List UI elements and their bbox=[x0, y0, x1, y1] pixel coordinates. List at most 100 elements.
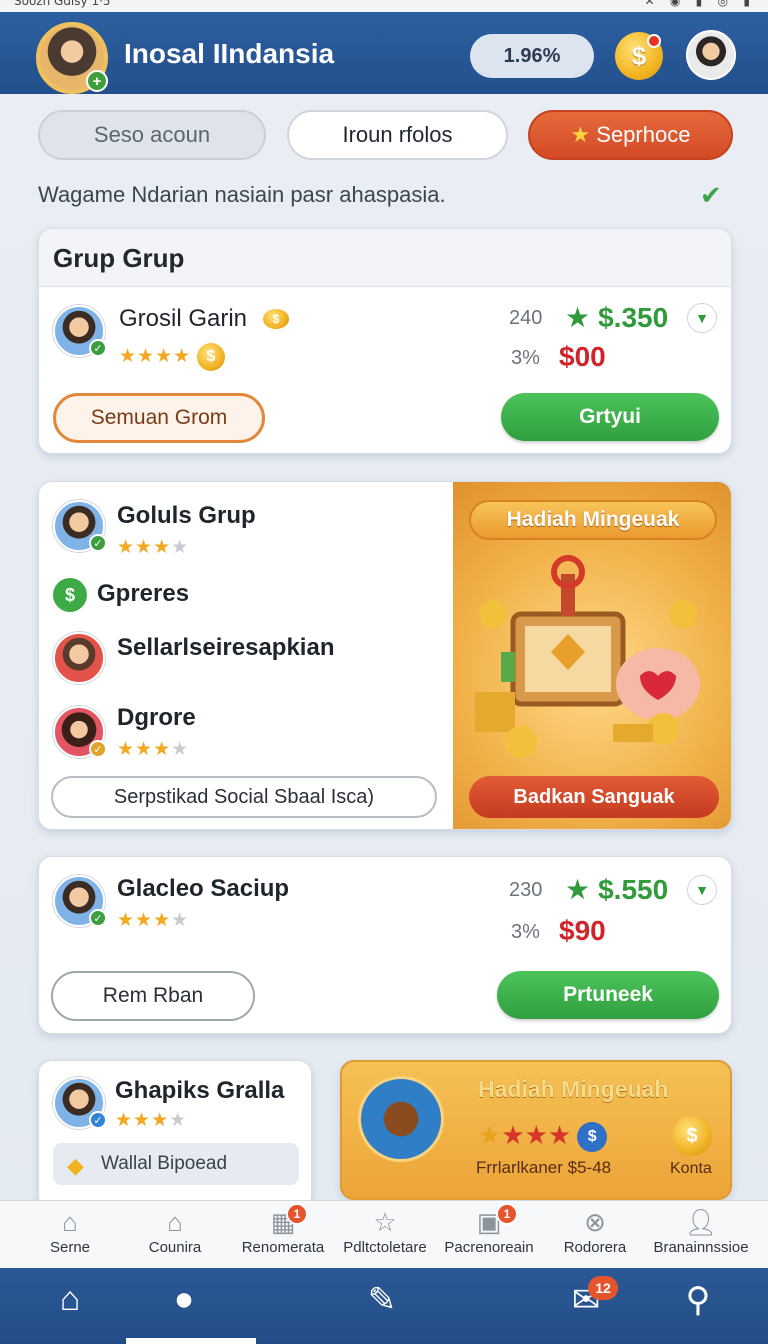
rating-stars: ★★★★ $ bbox=[478, 1120, 608, 1153]
price-green: ★ $.550 bbox=[565, 873, 668, 906]
verified-icon: ✓ bbox=[89, 909, 107, 927]
home-icon[interactable]: ⌂ bbox=[40, 1280, 100, 1330]
house-icon: ⌂ bbox=[167, 1207, 183, 1237]
avatar[interactable]: ✓ bbox=[53, 305, 107, 357]
reward-card[interactable]: Hadiah Mingeuah ★★★★ $ Frrlarlkaner $5-48… bbox=[340, 1060, 732, 1200]
dollar-icon: $ bbox=[577, 1122, 608, 1153]
nav-label: Rodorera bbox=[563, 1239, 627, 1256]
star-icon: ★ bbox=[565, 302, 591, 333]
avatar[interactable]: ✓ bbox=[53, 500, 107, 552]
member-name: Sellarlseiresapkian bbox=[117, 634, 335, 661]
rating-stars: ★★★★ $ bbox=[119, 343, 226, 371]
group-name: Glacleo Saciup bbox=[117, 875, 290, 902]
tab-seso-acoun[interactable]: Seso acoun bbox=[38, 110, 266, 160]
member-name: Dgrore bbox=[117, 704, 196, 731]
percent-value: 3% bbox=[511, 347, 540, 369]
verified-icon: ✓ bbox=[89, 339, 107, 357]
price-value: $.350 bbox=[598, 302, 669, 333]
edit-icon[interactable]: ✎ bbox=[352, 1280, 412, 1330]
gift-illustration bbox=[475, 555, 700, 758]
tab-bar: ⌂ ● ✎ ✉ 12 ⚲ bbox=[0, 1268, 768, 1344]
app-header: + Inosal IIndansia 1.96% $ bbox=[0, 12, 768, 94]
social-input[interactable]: Serpstikad Social Sbaal Isca) bbox=[51, 776, 437, 818]
verified-icon: ✓ bbox=[89, 1111, 107, 1129]
section-label: Gpreres bbox=[97, 580, 190, 607]
group-card-1: Grup Grup ✓ Grosil Garin $ ★★★★ $ 240 ★ $… bbox=[38, 228, 732, 454]
person-icon[interactable]: ● bbox=[154, 1280, 214, 1330]
reward-title: Hadiah Mingeuah bbox=[478, 1076, 669, 1102]
avatar[interactable]: ✓ bbox=[53, 875, 107, 927]
badkan-sanguak-button[interactable]: Badkan Sanguak bbox=[469, 776, 719, 818]
reward-label: Frrlarlkaner $5-48 bbox=[476, 1158, 612, 1177]
info-text: Wagame Ndarian nasiain pasr ahaspasia. bbox=[38, 182, 446, 207]
coin-button[interactable]: $ bbox=[615, 32, 663, 80]
card-header: Grup Grup bbox=[39, 229, 731, 287]
member-name: Grosil Garin bbox=[119, 305, 248, 332]
price-red: $90 bbox=[559, 915, 606, 946]
nav-item-renomerata[interactable]: ▦ 1 Renomerata bbox=[228, 1201, 338, 1269]
verified-icon: ✓ bbox=[89, 740, 107, 758]
chevron-down-icon[interactable]: ▼ bbox=[687, 303, 717, 333]
notification-badge: 1 bbox=[286, 1203, 308, 1225]
star-icon: ★ bbox=[570, 122, 591, 147]
avatar[interactable]: ✓ bbox=[53, 1077, 107, 1129]
coin-icon: $ bbox=[631, 40, 647, 71]
tab-seprhoce[interactable]: ★ Seprhoce bbox=[528, 110, 733, 160]
chevron-down-icon[interactable]: ▼ bbox=[687, 875, 717, 905]
group-name: Ghapiks Gralla bbox=[115, 1077, 285, 1104]
nav-item-rodorera[interactable]: ⊗ Rodorera bbox=[540, 1201, 650, 1269]
nav-label: Pacrenoreain bbox=[444, 1239, 534, 1256]
search-person-icon[interactable]: ⚲ bbox=[668, 1280, 728, 1330]
star-icon: ★ bbox=[565, 874, 591, 905]
verified-icon: ✓ bbox=[89, 534, 107, 552]
coin-icon: $ bbox=[263, 309, 289, 329]
nav-item-pdltctoletare[interactable]: ☆ Pdltctoletare bbox=[330, 1201, 440, 1269]
coin-label: Konta bbox=[670, 1160, 712, 1177]
group-card-4: ✓ Ghapiks Gralla ★★★★ ◆ Wallal Bipoead bbox=[38, 1060, 312, 1210]
coin-icon: $ bbox=[672, 1116, 712, 1156]
treasure-image bbox=[358, 1076, 444, 1162]
user-avatar[interactable] bbox=[686, 30, 736, 80]
price-red: $00 bbox=[559, 341, 606, 372]
nav-item-pacrenoreain[interactable]: ▣ 1 Pacrenoreain bbox=[434, 1201, 544, 1269]
status-text: Soozh Gdisy 1·5 bbox=[14, 0, 111, 8]
nav-item-serne[interactable]: ⌂ Serne bbox=[15, 1201, 125, 1269]
nav-label: Pdltctoletare bbox=[343, 1239, 427, 1256]
reward-panel: Hadiah Mingeuak Badkan Sanguak bbox=[453, 482, 731, 829]
tab-label: Seprhoce bbox=[596, 122, 691, 147]
avatar[interactable] bbox=[53, 632, 105, 684]
tab-iroun-rfolos[interactable]: Iroun rfolos bbox=[287, 110, 508, 160]
nav-item-branainnssioe[interactable]: 👤︎ Branainnssioe bbox=[646, 1201, 756, 1269]
page-title: Inosal IIndansia bbox=[124, 38, 335, 69]
notification-badge: 1 bbox=[496, 1203, 518, 1225]
tag-row[interactable]: ◆ Wallal Bipoead bbox=[53, 1143, 299, 1185]
home-icon: ⌂ bbox=[62, 1207, 78, 1237]
tag-label: Wallal Bipoead bbox=[101, 1153, 228, 1174]
count-value: 240 bbox=[509, 307, 543, 329]
group-card-2: ✓ Goluls Grup ★★★★ $ Gpreres Sellarlseir… bbox=[38, 481, 732, 830]
nav-item-counira[interactable]: ⌂ Counira bbox=[120, 1201, 230, 1269]
coin-icon: $ bbox=[197, 343, 226, 371]
rating-stars: ★★★★ bbox=[117, 910, 190, 931]
percent-pill[interactable]: 1.96% bbox=[470, 34, 594, 78]
nav-label: Branainnssioe bbox=[653, 1239, 749, 1256]
nav-label: Serne bbox=[49, 1239, 91, 1256]
check-icon: ✔ bbox=[700, 180, 722, 210]
person-icon: 👤︎ bbox=[684, 1207, 718, 1237]
mail-icon[interactable]: ✉ 12 bbox=[556, 1276, 618, 1330]
grtyui-button[interactable]: Grtyui bbox=[501, 393, 719, 441]
star-icon: ☆ bbox=[373, 1207, 397, 1237]
rem-rban-button[interactable]: Rem Rban bbox=[51, 971, 255, 1021]
nav-label: Renomerata bbox=[241, 1239, 325, 1256]
prtuneek-button[interactable]: Prtuneek bbox=[497, 971, 719, 1019]
notification-badge: 12 bbox=[588, 1276, 618, 1300]
avatar[interactable]: ✓ bbox=[53, 706, 107, 758]
rating-stars: ★★★★ bbox=[117, 739, 190, 760]
group-card-3: ✓ Glacleo Saciup ★★★★ 230 ★ $.550 ▼ 3% $9… bbox=[38, 856, 732, 1034]
profile-avatar[interactable]: + bbox=[36, 22, 108, 94]
tab-label: Seso acoun bbox=[93, 122, 211, 147]
close-circle-icon: ⊗ bbox=[584, 1207, 606, 1237]
semuan-grom-button[interactable]: Semuan Grom bbox=[53, 393, 265, 443]
tab-label: Iroun rfolos bbox=[342, 122, 453, 147]
dollar-icon: $ bbox=[53, 578, 87, 612]
